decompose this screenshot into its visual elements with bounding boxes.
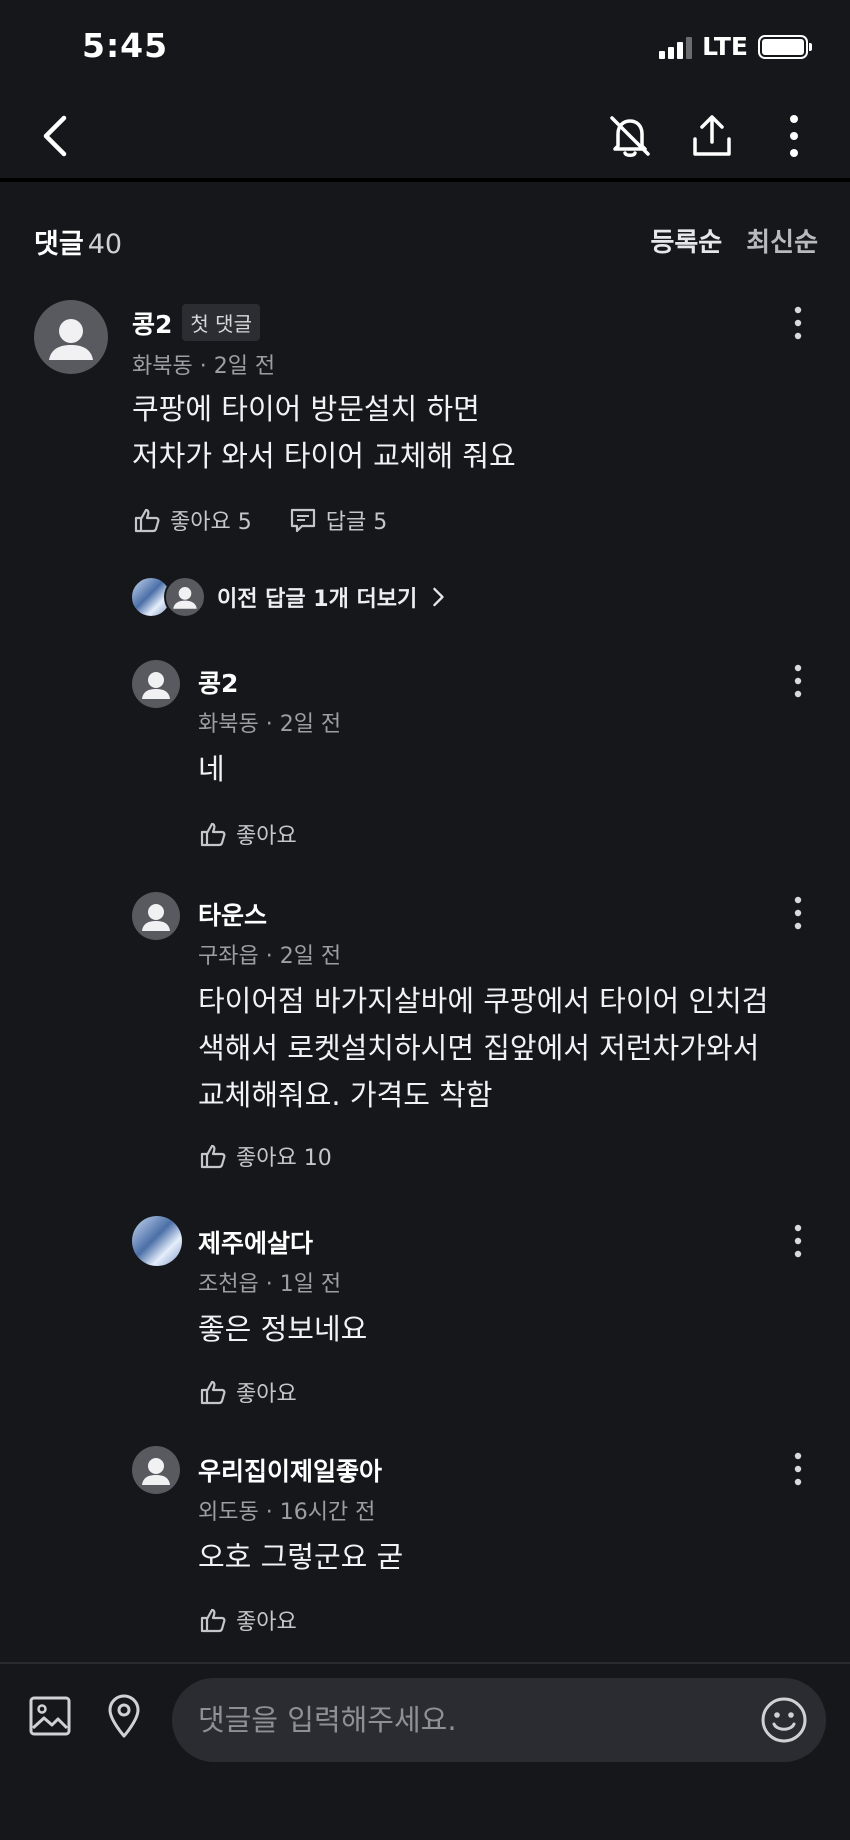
replier-name: 타운스	[198, 901, 268, 930]
reply-avatar-stack	[130, 576, 206, 618]
reply-item: 타운스 구좌읍 · 2일 전 타이어점 바가지살바에 쿠팡에서 타이어 인치검 …	[0, 882, 850, 1182]
status-indicators: LTE	[659, 32, 812, 61]
reply-line: 교체해줘요. 가격도 착함	[198, 1078, 493, 1112]
reply-item: 제주에살다 조천읍 · 1일 전 좋은 정보네요 좋아요	[0, 1210, 850, 1410]
comment-header: 댓글 40 등록순 최신순	[0, 182, 850, 282]
like-button[interactable]: 좋아요 5	[132, 504, 252, 536]
chevron-right-icon	[433, 587, 444, 607]
bell-off-icon[interactable]	[604, 110, 656, 162]
replier-name: 우리집이제일좋아	[198, 1457, 383, 1486]
status-bar: 5:45 LTE	[0, 0, 850, 90]
like-label: 좋아요	[236, 824, 297, 849]
reply-meta: 화북동 · 2일 전	[198, 712, 342, 737]
more-replies-button[interactable]: 이전 답글 1개 더보기	[130, 576, 447, 618]
reply-line: 오호 그렇군요 굳	[198, 1540, 404, 1574]
share-icon[interactable]	[686, 110, 738, 162]
reply-actions: 좋아요	[198, 818, 297, 850]
reply-more-icon[interactable]	[788, 1450, 808, 1490]
reply-actions: 좋아요	[198, 1604, 297, 1636]
comment-title-label: 댓글	[34, 229, 84, 260]
sort-by-registration[interactable]: 등록순	[650, 222, 722, 259]
reply-item: 우리집이제일좋아 외도동 · 16시간 전 오호 그렇군요 굳 좋아요	[0, 1442, 850, 1642]
avatar[interactable]	[132, 1216, 182, 1266]
reply-line: 네	[198, 752, 225, 786]
comment-line: 쿠팡에 타이어 방문설치 하면	[132, 392, 480, 426]
reply-line: 색해서 로켓설치하시면 집앞에서 저런차가와서	[198, 1031, 760, 1065]
network-label: LTE	[702, 32, 748, 61]
comment-more-icon[interactable]	[788, 304, 808, 344]
comment-title: 댓글 40	[34, 222, 122, 261]
thumbs-up-icon	[200, 1608, 226, 1633]
comment-input[interactable]	[198, 1678, 738, 1762]
thumbs-up-icon	[134, 508, 160, 533]
like-button[interactable]: 좋아요 10	[198, 1140, 332, 1172]
back-icon[interactable]	[34, 110, 82, 162]
reply-text: 타이어점 바가지살바에 쿠팡에서 타이어 인치검 색해서 로켓설치하시면 집앞에…	[198, 978, 768, 1119]
sort-options: 등록순 최신순	[650, 222, 818, 259]
commenter-name-text: 콩2	[132, 310, 173, 339]
reply-actions: 좋아요 10	[198, 1140, 332, 1172]
reply-more-icon[interactable]	[788, 894, 808, 934]
comment-meta: 화북동 · 2일 전	[132, 354, 276, 379]
avatar[interactable]	[132, 1446, 180, 1494]
replier-name: 콩2	[198, 669, 239, 698]
image-icon[interactable]	[26, 1692, 74, 1740]
reply-meta: 조천읍 · 1일 전	[198, 1272, 342, 1297]
reply-icon	[290, 508, 315, 533]
emoji-icon[interactable]	[758, 1694, 810, 1746]
status-time: 5:45	[82, 26, 169, 65]
commenter-name: 콩2 첫 댓글	[132, 304, 260, 341]
reply-more-icon[interactable]	[788, 1222, 808, 1262]
avatar[interactable]	[132, 892, 180, 940]
comment-input-box[interactable]	[172, 1678, 826, 1762]
reply-text: 오호 그렇군요 굳	[198, 1534, 403, 1581]
reply-item: 콩2 화북동 · 2일 전 네 좋아요	[0, 650, 850, 850]
like-label: 좋아요 10	[236, 1146, 332, 1171]
comment-actions: 좋아요 5 답글 5	[132, 504, 387, 536]
reply-actions: 좋아요	[198, 1376, 297, 1408]
comment-text: 쿠팡에 타이어 방문설치 하면 저차가 와서 타이어 교체해 줘요	[132, 386, 516, 480]
avatar	[164, 576, 206, 618]
comment-line: 저차가 와서 타이어 교체해 줘요	[132, 439, 516, 473]
reply-line: 타이어점 바가지살바에 쿠팡에서 타이어 인치검	[198, 984, 769, 1018]
like-button[interactable]: 좋아요	[198, 818, 297, 850]
comment-count: 40	[87, 229, 123, 260]
first-comment-badge: 첫 댓글	[182, 304, 260, 341]
thumbs-up-icon	[200, 1380, 226, 1405]
comment-input-bar	[0, 1662, 850, 1840]
like-label: 좋아요 5	[170, 510, 252, 535]
more-icon[interactable]	[768, 110, 820, 162]
replier-name: 제주에살다	[198, 1229, 314, 1258]
signal-icon	[659, 35, 693, 59]
comment-item: 콩2 첫 댓글 화북동 · 2일 전 쿠팡에 타이어 방문설치 하면 저차가 와서…	[0, 282, 850, 572]
like-label: 좋아요	[236, 1610, 297, 1635]
reply-text: 좋은 정보네요	[198, 1306, 367, 1353]
reply-label: 답글 5	[325, 510, 388, 535]
more-replies-label: 이전 답글 1개 더보기	[217, 587, 418, 612]
thumbs-up-icon	[200, 822, 226, 847]
like-button[interactable]: 좋아요	[198, 1376, 297, 1408]
sort-by-latest[interactable]: 최신순	[746, 222, 818, 259]
avatar[interactable]	[132, 660, 180, 708]
reply-line: 좋은 정보네요	[198, 1312, 368, 1346]
reply-button[interactable]: 답글 5	[288, 504, 387, 536]
nav-bar	[0, 90, 850, 182]
reply-meta: 외도동 · 16시간 전	[198, 1500, 376, 1525]
battery-icon	[758, 34, 812, 59]
location-pin-icon[interactable]	[100, 1692, 148, 1740]
thumbs-up-icon	[200, 1144, 226, 1169]
like-button[interactable]: 좋아요	[198, 1604, 297, 1636]
like-label: 좋아요	[236, 1382, 297, 1407]
reply-text: 네	[198, 746, 225, 793]
avatar[interactable]	[34, 300, 108, 374]
reply-more-icon[interactable]	[788, 662, 808, 702]
reply-meta: 구좌읍 · 2일 전	[198, 944, 342, 969]
